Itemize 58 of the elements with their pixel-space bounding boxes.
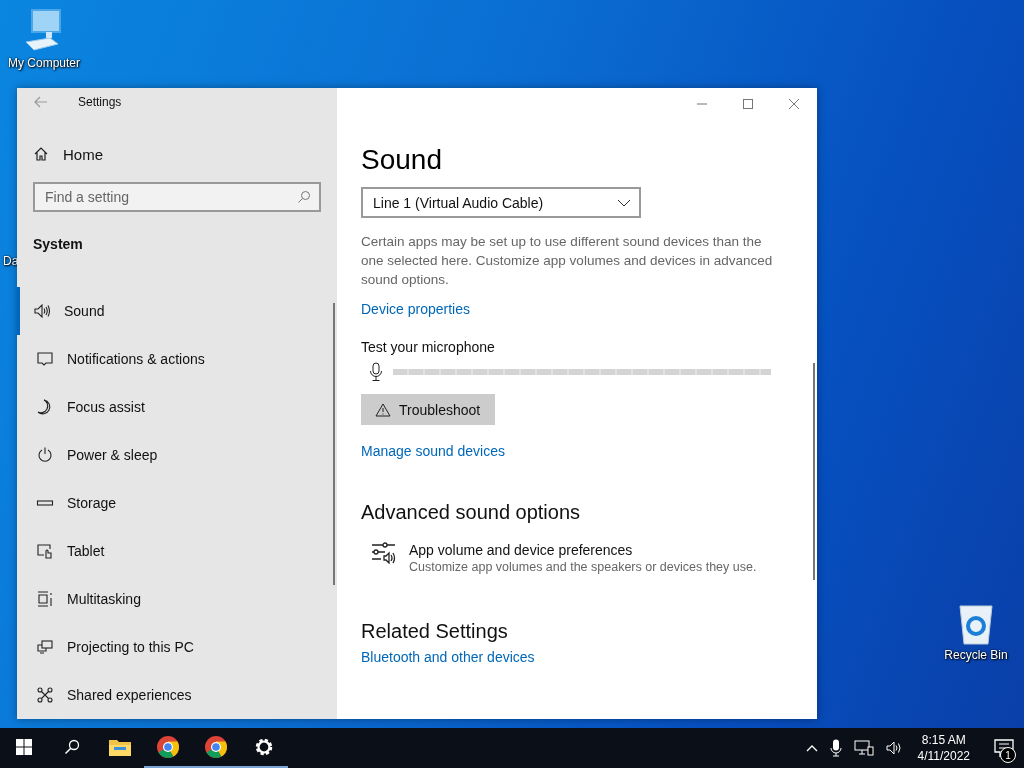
notifications-icon[interactable]: [994, 739, 1014, 757]
sidebar-item[interactable]: Focus assist: [17, 383, 337, 431]
microphone-icon: [369, 362, 383, 382]
projecting-icon: [36, 638, 54, 656]
home-item[interactable]: Home: [17, 133, 337, 175]
notification-count-badge: 1: [1000, 747, 1016, 763]
desktop-icon-label[interactable]: Recycle Bin: [944, 648, 1008, 662]
maximize-icon: [742, 98, 754, 110]
sidebar-item[interactable]: Projecting to this PC: [17, 623, 337, 671]
scrollbar[interactable]: [333, 303, 335, 585]
search-icon: [64, 739, 80, 755]
section-heading: Advanced sound options: [361, 501, 581, 524]
chrome-icon: [204, 735, 228, 759]
gear-icon: [253, 736, 275, 758]
sidebar-item[interactable]: Power & sleep: [17, 431, 337, 479]
app-volume-item[interactable]: App volume and device preferences Customize app volumes and the speakers or devices they use.: [371, 542, 757, 574]
folder-icon: [108, 737, 132, 757]
device-properties-link[interactable]: Device properties: [361, 301, 470, 317]
search-icon: [297, 190, 311, 204]
home-icon: [33, 146, 49, 162]
item-description: Customize app volumes and the speakers or devices they use.: [409, 560, 757, 574]
mixer-icon: [371, 542, 397, 564]
desktop-icon-label[interactable]: My Computer: [8, 56, 80, 70]
chevron-down-icon: [617, 198, 631, 207]
close-icon: [788, 98, 800, 110]
multitasking-icon: [36, 590, 54, 608]
item-title: App volume and device preferences: [409, 542, 634, 558]
window-title: Settings: [78, 95, 122, 109]
shared-icon: [36, 686, 54, 704]
sidebar-item[interactable]: Multitasking: [17, 575, 337, 623]
page-heading: Sound: [361, 143, 442, 177]
related-settings-link[interactable]: Bluetooth and other devices: [361, 649, 535, 665]
search-field[interactable]: Find a setting: [33, 182, 321, 212]
description-text: Certain apps may be set up to use different sound devices than the one selected here. Customize app volumes and devices in advanced sound options.: [361, 233, 774, 289]
input-device-dropdown[interactable]: Line 1 (Virtual Audio Cable): [361, 187, 641, 218]
sidebar-item[interactable]: Tablet: [17, 527, 337, 575]
power-icon: [36, 446, 54, 464]
microphone-icon[interactable]: [829, 739, 842, 757]
manage-sound-devices-link[interactable]: Manage sound devices: [361, 443, 505, 459]
chrome-icon: [156, 735, 180, 759]
scrollbar[interactable]: [813, 363, 815, 580]
notifications-icon: [36, 350, 54, 368]
desktop-icon-label[interactable]: Da: [3, 254, 19, 268]
sound-icon: [33, 302, 51, 320]
clock[interactable]: 8:15 AM 4/11/2022: [917, 732, 970, 764]
section-heading: Related Settings: [361, 620, 508, 643]
tablet-icon: [36, 542, 54, 560]
sidebar-item[interactable]: Notifications & actions: [17, 335, 337, 383]
section-heading: System: [32, 236, 84, 252]
troubleshoot-button[interactable]: Troubleshoot: [361, 394, 495, 425]
sidebar-item[interactable]: Shared experiences: [17, 671, 337, 719]
network-icon[interactable]: [853, 740, 874, 756]
chevron-up-icon[interactable]: [805, 744, 818, 752]
speaker-icon[interactable]: [885, 740, 904, 756]
warning-icon: [375, 402, 391, 417]
sidebar-item[interactable]: Storage: [17, 479, 337, 527]
microphone-test-label: Test your microphone: [361, 339, 495, 355]
windows-logo-icon: [16, 739, 32, 755]
